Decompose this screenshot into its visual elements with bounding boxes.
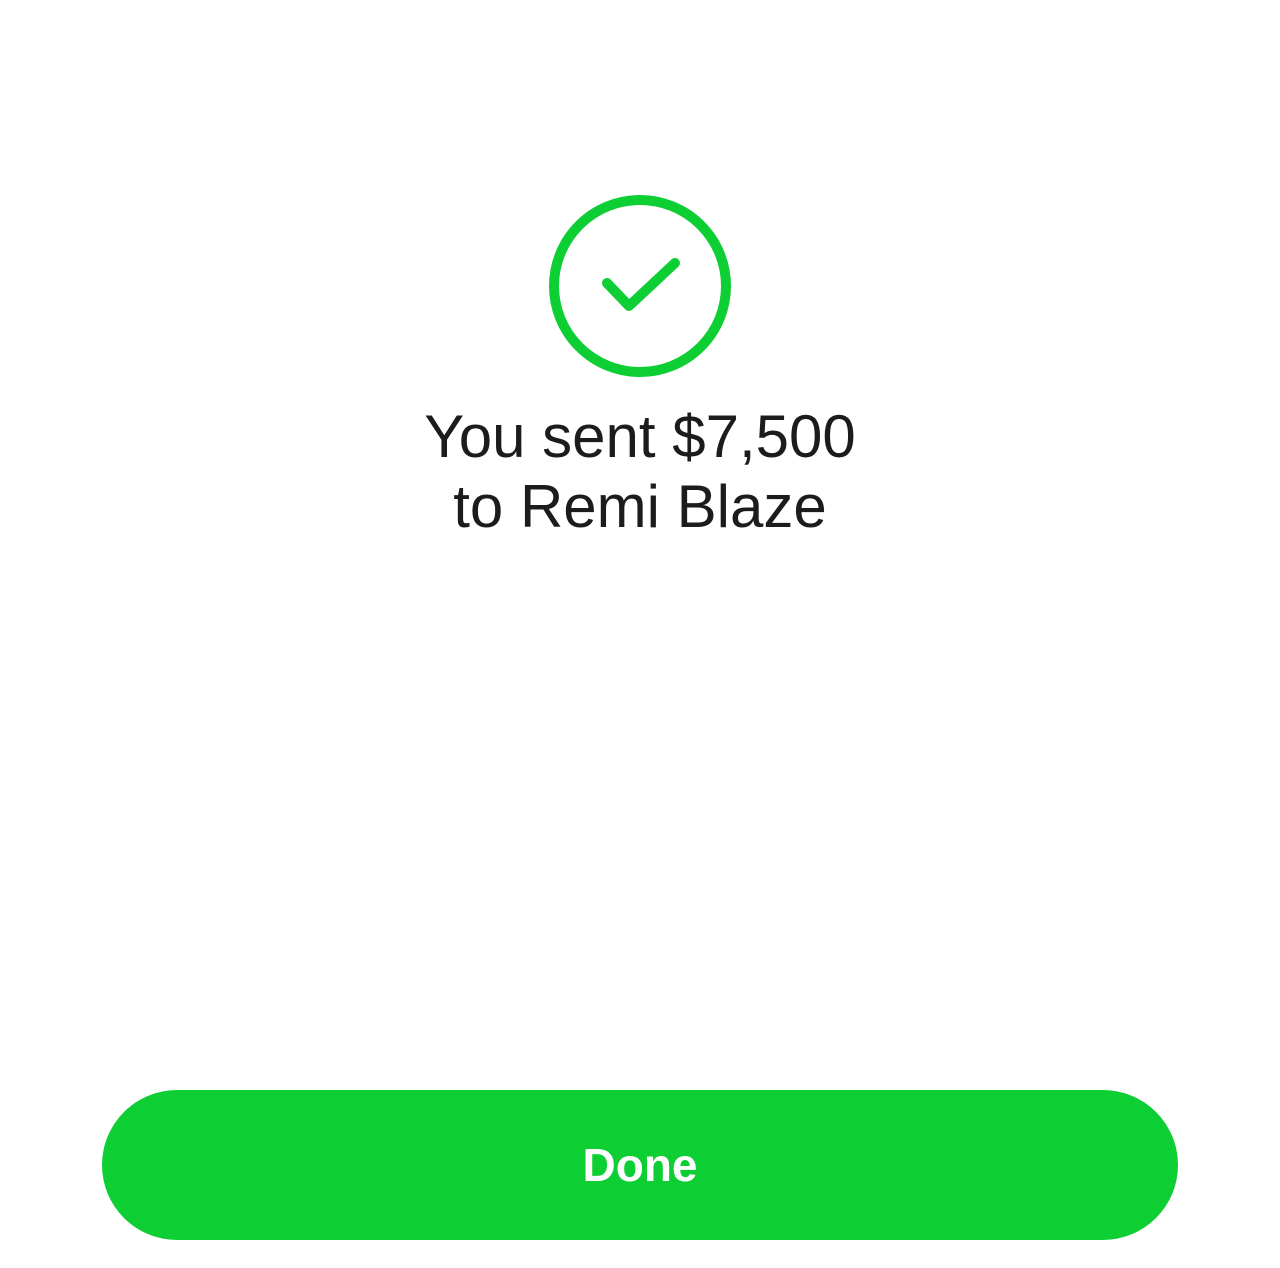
payment-confirmation-screen: You sent $7,500 to Remi Blaze Done — [0, 0, 1280, 1268]
done-button[interactable]: Done — [102, 1090, 1178, 1240]
confirmation-recipient-line: to Remi Blaze — [453, 473, 827, 540]
check-circle-icon — [547, 193, 733, 379]
confirmation-amount-line: You sent $7,500 — [424, 403, 856, 470]
confirmation-message: You sent $7,500 to Remi Blaze — [340, 402, 940, 542]
